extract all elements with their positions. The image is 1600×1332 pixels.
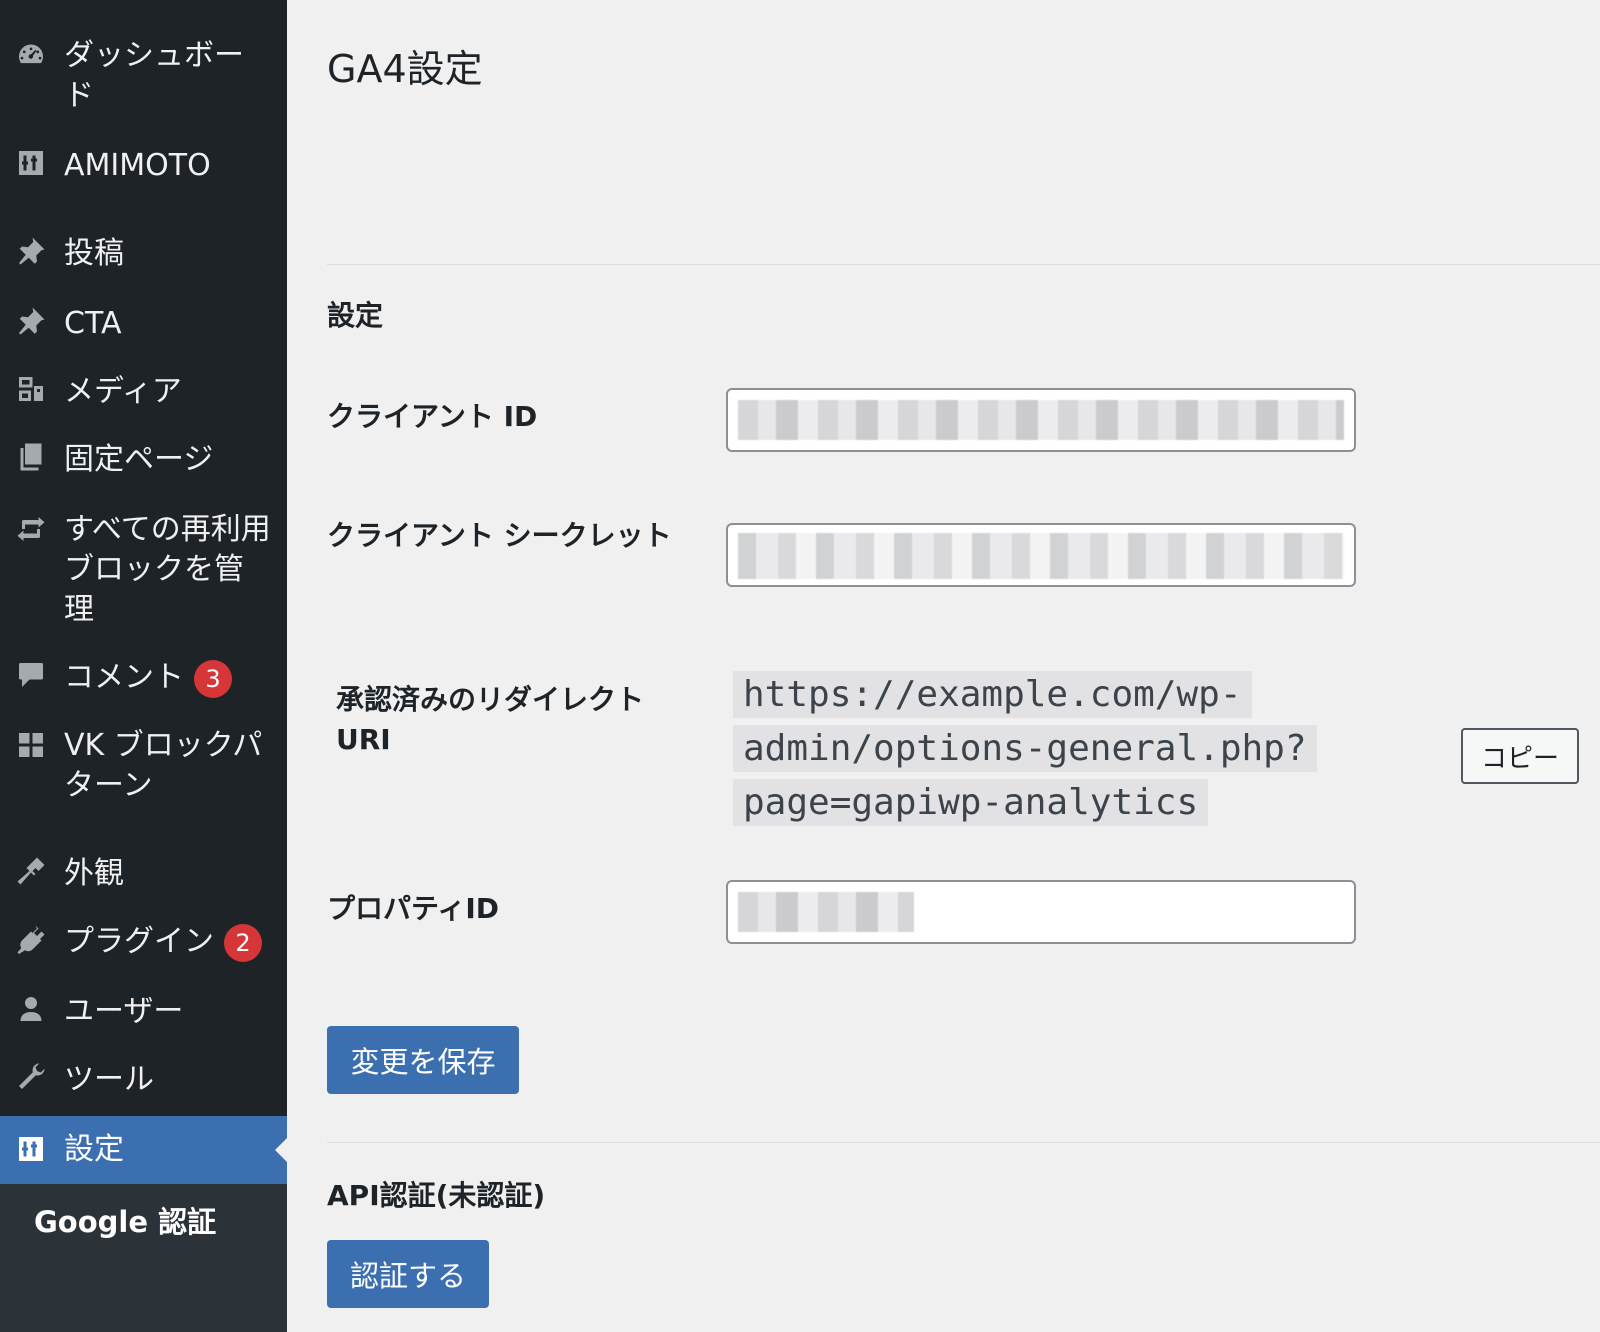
sidebar-item-label: メディア [64, 374, 182, 409]
divider [327, 1142, 1600, 1143]
admin-sidebar: ダッシュボード AMIMOTO 投稿 CTA メディア 固定ページ すべての再利… [0, 0, 287, 1332]
pages-icon [14, 440, 48, 474]
sidebar-item-dashboard[interactable]: ダッシュボード [0, 28, 287, 118]
settings-sliders-icon [14, 1132, 48, 1166]
settings-heading: 設定 [327, 299, 384, 332]
pin-icon [14, 304, 48, 338]
user-icon [14, 992, 48, 1026]
redirect-uri-label: 承認済みのリダイレクト URI [336, 683, 645, 756]
appearance-brush-icon [14, 854, 48, 888]
pin-icon [14, 234, 48, 268]
sidebar-item-label: 投稿 [64, 236, 124, 271]
sidebar-item-label: ダッシュボード [64, 38, 244, 113]
property-id-input[interactable] [726, 880, 1356, 944]
property-id-label: プロパティID [327, 892, 499, 925]
dashboard-icon [14, 38, 48, 72]
sidebar-item-label: 固定ページ [64, 442, 214, 477]
sidebar-item-text: コメント [64, 660, 184, 695]
sidebar-item-tools[interactable]: ツール [0, 1054, 287, 1106]
submenu-item-google-auth[interactable]: Google 認証 [34, 1202, 216, 1242]
main-content: GA4設定 設定 クライアント ID クライアント シークレット 承認済みのリダ… [287, 0, 1600, 1332]
current-menu-arrow [275, 1138, 287, 1162]
sidebar-item-plugins[interactable]: プラグイン 2 [0, 916, 287, 968]
api-auth-heading: API認証(未認証) [327, 1179, 546, 1212]
redirect-uri-value: https://example.com/wp-admin/options-gen… [733, 668, 1533, 830]
sidebar-item-label: ツール [64, 1062, 154, 1097]
sidebar-item-appearance[interactable]: 外観 [0, 848, 287, 900]
reusable-blocks-icon [14, 512, 48, 546]
sidebar-item-cta[interactable]: CTA [0, 298, 287, 350]
save-changes-button[interactable]: 変更を保存 [327, 1026, 519, 1094]
sidebar-item-posts[interactable]: 投稿 [0, 228, 287, 280]
sidebar-item-label: プラグイン 2 [64, 922, 273, 962]
sidebar-item-pages[interactable]: 固定ページ [0, 434, 287, 486]
sidebar-item-settings[interactable]: 設定 [0, 1116, 287, 1184]
sidebar-item-users[interactable]: ユーザー [0, 986, 287, 1038]
grid-icon [14, 728, 48, 762]
settings-submenu: Google 認証 [0, 1184, 287, 1332]
comment-icon [14, 658, 48, 692]
client-secret-label: クライアント シークレット [327, 519, 672, 552]
sidebar-item-text: プラグイン [64, 924, 214, 959]
sidebar-item-label: すべての再利用ブロックを管理 [64, 512, 271, 627]
redirect-uri-code: https://example.com/wp-admin/options-gen… [733, 671, 1317, 826]
plugin-icon [14, 922, 48, 956]
sidebar-item-amimoto[interactable]: AMIMOTO [0, 140, 287, 192]
settings-sliders-icon [14, 146, 48, 180]
client-secret-input[interactable] [726, 523, 1356, 587]
copy-button[interactable]: コピー [1461, 728, 1579, 784]
plugins-update-badge: 2 [224, 923, 262, 962]
wrench-icon [14, 1060, 48, 1094]
sidebar-item-media[interactable]: メディア [0, 366, 287, 418]
page-title: GA4設定 [327, 47, 483, 91]
authenticate-button[interactable]: 認証する [327, 1240, 489, 1308]
redacted-value [738, 400, 1344, 440]
sidebar-item-label: 外観 [64, 856, 124, 891]
sidebar-item-label: CTA [64, 306, 122, 341]
divider [327, 264, 1600, 265]
sidebar-item-comments[interactable]: コメント 3 [0, 652, 287, 704]
sidebar-item-label: VK ブロックパターン [64, 728, 263, 803]
sidebar-item-label: ユーザー [64, 994, 184, 1029]
client-id-input[interactable] [726, 388, 1356, 452]
sidebar-item-label: 設定 [64, 1132, 124, 1167]
redacted-value [738, 892, 914, 932]
sidebar-item-label: コメント 3 [64, 658, 273, 698]
sidebar-item-reusable-blocks[interactable]: すべての再利用ブロックを管理 [0, 506, 287, 634]
sidebar-item-label: AMIMOTO [64, 148, 211, 183]
comments-count-badge: 3 [194, 659, 232, 698]
client-id-label: クライアント ID [327, 400, 538, 433]
sidebar-item-vk-block-patterns[interactable]: VK ブロックパターン [0, 722, 287, 812]
media-icon [14, 372, 48, 406]
redacted-value [738, 533, 1344, 579]
